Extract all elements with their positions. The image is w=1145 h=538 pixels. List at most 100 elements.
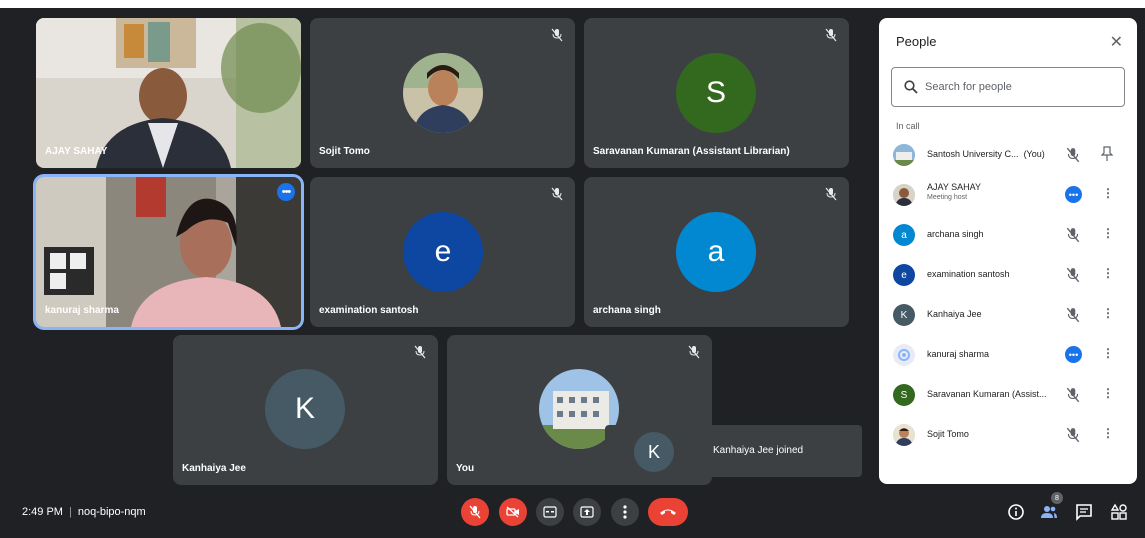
participant-row[interactable]: e examination santosh ⋮ xyxy=(879,257,1137,295)
mic-off-icon xyxy=(1066,387,1080,403)
participant-row[interactable]: Santosh University C... (You) xyxy=(879,137,1137,175)
avatar xyxy=(893,424,915,446)
participant-row[interactable]: AJAY SAHAY Meeting host ••• ⋮ xyxy=(879,177,1137,215)
captions-button[interactable] xyxy=(536,498,564,526)
mic-off-icon xyxy=(1066,147,1080,163)
chat-icon[interactable] xyxy=(1075,503,1093,521)
participant-row[interactable]: kanuraj sharma ••• ⋮ xyxy=(879,337,1137,375)
mic-toggle-button[interactable] xyxy=(461,498,489,526)
avatar: S xyxy=(893,384,915,406)
mic-off-icon xyxy=(551,187,563,201)
top-strip xyxy=(0,0,1145,8)
avatar: e xyxy=(893,264,915,286)
meeting-code: noq-bipo-nqm xyxy=(77,506,146,518)
more-vert-icon[interactable]: ⋮ xyxy=(1102,306,1114,320)
participant-name: archana singh xyxy=(927,229,984,239)
leave-call-button[interactable] xyxy=(648,498,688,526)
meeting-info: 2:49 PM | noq-bipo-nqm xyxy=(22,506,146,518)
more-vert-icon[interactable]: ⋮ xyxy=(1102,266,1114,280)
participant-name: Saravanan Kumaran (Assist... xyxy=(927,389,1047,399)
mic-off-icon xyxy=(551,28,563,42)
mic-off-icon xyxy=(1066,427,1080,443)
more-options-icon[interactable]: ••• xyxy=(277,183,295,201)
avatar-initial: e xyxy=(403,212,483,292)
search-icon xyxy=(904,80,918,94)
speaking-icon: ••• xyxy=(1065,346,1082,363)
mic-off-icon xyxy=(1066,267,1080,283)
tile-name: AJAY SAHAY xyxy=(45,146,108,157)
mic-off-icon xyxy=(469,505,481,519)
camera-toggle-button[interactable] xyxy=(499,498,527,526)
tile-ajay-sahay[interactable]: AJAY SAHAY xyxy=(36,18,301,168)
avatar: a xyxy=(893,224,915,246)
captions-icon xyxy=(543,506,557,518)
more-vert-icon[interactable]: ⋮ xyxy=(1102,346,1114,360)
avatar-initial: S xyxy=(676,53,756,133)
host-label: Meeting host xyxy=(927,194,968,201)
avatar xyxy=(893,344,915,366)
participant-name: Sojit Tomo xyxy=(927,429,969,439)
toast-avatar: K xyxy=(634,432,674,472)
mic-off-icon xyxy=(1066,227,1080,243)
more-vert-icon[interactable]: ⋮ xyxy=(1102,226,1114,240)
clock-time: 2:49 PM xyxy=(22,506,63,518)
search-input[interactable]: Search for people xyxy=(891,67,1125,107)
tile-name: archana singh xyxy=(593,305,661,316)
participant-name: kanuraj sharma xyxy=(927,349,990,359)
call-end-icon xyxy=(660,509,676,515)
avatar-initial: K xyxy=(265,369,345,449)
camera-off-icon xyxy=(506,506,519,518)
tile-name: examination santosh xyxy=(319,305,419,316)
people-count-badge: 8 xyxy=(1051,492,1063,504)
activities-icon[interactable] xyxy=(1110,503,1128,521)
tile-name: kanuraj sharma xyxy=(45,305,119,316)
participant-name: examination santosh xyxy=(927,269,1010,279)
present-button[interactable] xyxy=(573,498,601,526)
more-vert-icon[interactable]: ⋮ xyxy=(1102,386,1114,400)
toast-text: Kanhaiya Jee joined xyxy=(713,445,804,456)
tile-saravanan-kumaran[interactable]: S Saravanan Kumaran (Assistant Librarian… xyxy=(584,18,849,168)
join-notification: K Kanhaiya Jee joined xyxy=(605,425,862,477)
tile-name: Kanhaiya Jee xyxy=(182,463,246,474)
separator: | xyxy=(68,506,72,518)
participant-row[interactable]: S Saravanan Kumaran (Assist... ⋮ xyxy=(879,377,1137,415)
participant-name: Kanhaiya Jee xyxy=(927,309,982,319)
tile-name: Saravanan Kumaran (Assistant Librarian) xyxy=(593,146,790,157)
tile-name: Sojit Tomo xyxy=(319,146,370,157)
tile-kanhaiya-jee[interactable]: K Kanhaiya Jee xyxy=(173,335,438,485)
mic-off-icon xyxy=(414,345,426,359)
avatar xyxy=(893,184,915,206)
participant-name: AJAY SAHAY xyxy=(927,182,982,192)
tile-examination-santosh[interactable]: e examination santosh xyxy=(310,177,575,327)
avatar-photo xyxy=(403,53,483,133)
tile-kanuraj-sharma[interactable]: ••• kanuraj sharma xyxy=(36,177,301,327)
participant-row[interactable]: K Kanhaiya Jee ⋮ xyxy=(879,297,1137,335)
avatar xyxy=(893,144,915,166)
avatar-initial: a xyxy=(676,212,756,292)
mic-off-icon xyxy=(825,187,837,201)
speaking-icon: ••• xyxy=(1065,186,1082,203)
pin-icon[interactable] xyxy=(1101,146,1113,162)
more-vert-icon[interactable]: ⋮ xyxy=(1102,186,1114,200)
avatar: K xyxy=(893,304,915,326)
present-icon xyxy=(580,506,594,518)
tile-sojit-tomo[interactable]: Sojit Tomo xyxy=(310,18,575,168)
more-vert-icon xyxy=(623,505,627,519)
search-placeholder: Search for people xyxy=(925,81,1012,93)
more-options-button[interactable] xyxy=(611,498,639,526)
mic-off-icon xyxy=(825,28,837,42)
people-panel: People ✕ Search for people In call Santo… xyxy=(879,18,1137,484)
participant-row[interactable]: a archana singh ⋮ xyxy=(879,217,1137,255)
more-vert-icon[interactable]: ⋮ xyxy=(1102,426,1114,440)
mic-off-icon xyxy=(1066,307,1080,323)
info-icon[interactable] xyxy=(1007,503,1025,521)
section-label: In call xyxy=(896,121,920,131)
tile-name: You xyxy=(456,463,475,474)
people-icon[interactable] xyxy=(1040,503,1058,521)
close-icon[interactable]: ✕ xyxy=(1110,32,1123,52)
participant-name: Santosh University C... (You) xyxy=(927,149,1045,159)
panel-title: People xyxy=(896,34,937,49)
tile-archana-singh[interactable]: a archana singh xyxy=(584,177,849,327)
mic-off-icon xyxy=(688,345,700,359)
participant-row[interactable]: Sojit Tomo ⋮ xyxy=(879,417,1137,455)
